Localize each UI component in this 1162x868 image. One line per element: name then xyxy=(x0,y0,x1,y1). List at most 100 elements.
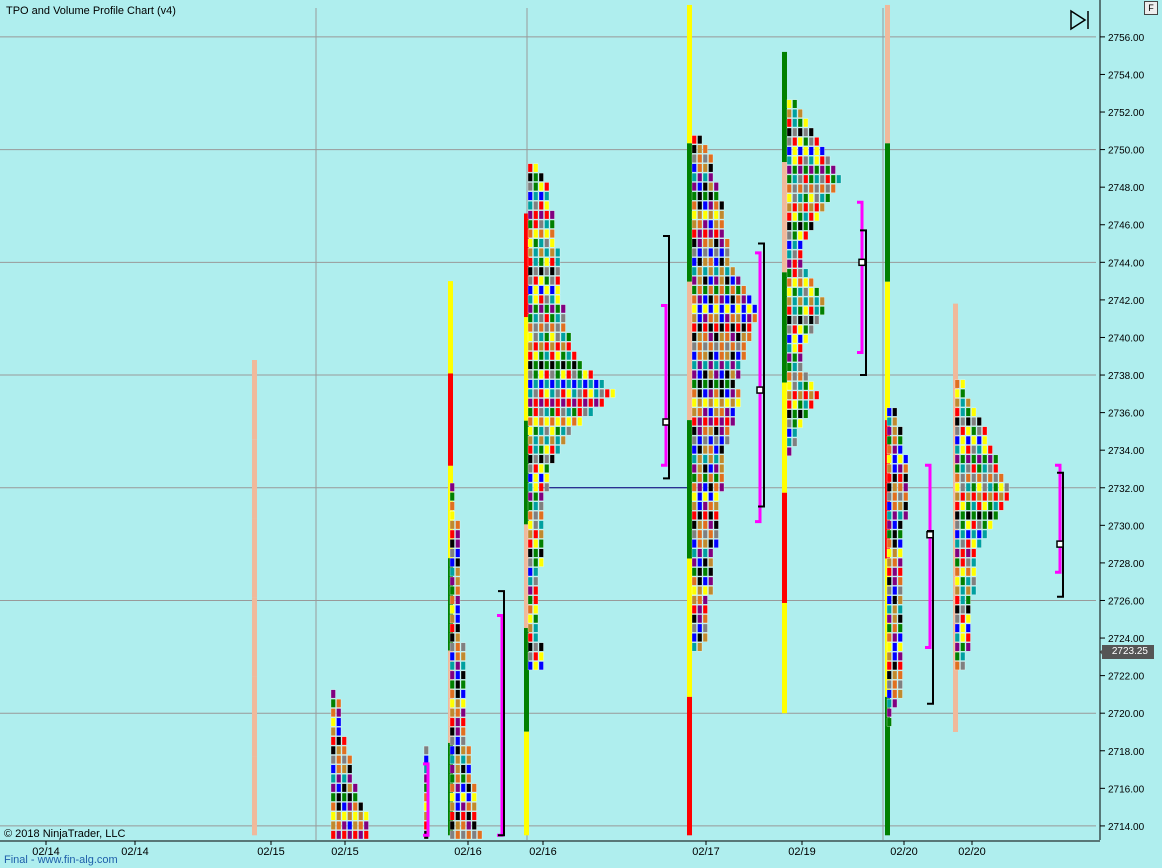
tpo-block xyxy=(724,379,730,389)
tpo-block xyxy=(954,511,960,520)
chart-area[interactable]: 2714.00 2716.00 2718.00 2720.00 2722.00 2724.… xyxy=(0,0,1162,868)
tpo-block xyxy=(697,492,703,501)
play-forward-icon[interactable] xyxy=(1068,8,1092,32)
tpo-block xyxy=(555,257,561,267)
tpo-block xyxy=(702,388,708,398)
tpo-block xyxy=(527,201,533,210)
tpo-block xyxy=(797,287,803,297)
website-link[interactable]: Final - www.fin-alg.com xyxy=(4,854,118,866)
tpo-block xyxy=(971,473,977,483)
tpo-block xyxy=(819,156,825,165)
tpo-block xyxy=(713,276,719,285)
tpo-block xyxy=(527,370,533,379)
tpo-block xyxy=(455,558,461,567)
tpo-block xyxy=(538,182,544,192)
tpo-block xyxy=(423,745,429,755)
session-range-bar xyxy=(782,602,787,714)
tpo-block xyxy=(449,482,455,492)
tpo-block xyxy=(466,802,472,811)
tpo-block xyxy=(702,473,708,483)
tpo-block xyxy=(797,165,803,175)
tpo-block xyxy=(724,238,730,248)
session-range-bar xyxy=(252,676,257,757)
tpo-block xyxy=(954,417,960,426)
tpo-block xyxy=(808,296,814,306)
tpo-block xyxy=(808,174,814,184)
tpo-block xyxy=(691,276,697,285)
tpo-block xyxy=(724,276,730,285)
tpo-block xyxy=(954,586,960,595)
tpo-block xyxy=(786,287,792,297)
tpo-block xyxy=(730,342,736,351)
f-button[interactable]: F xyxy=(1144,1,1158,15)
tpo-block xyxy=(527,558,533,567)
tpo-block xyxy=(786,278,792,287)
tpo-block xyxy=(691,464,697,473)
tpo-block xyxy=(808,278,814,287)
tpo-block xyxy=(708,548,714,558)
tpo-block xyxy=(477,830,483,840)
tpo-block xyxy=(965,417,971,426)
tpo-block xyxy=(708,342,714,351)
tpo-block xyxy=(741,313,747,323)
tpo-block xyxy=(697,266,703,276)
tpo-block xyxy=(741,323,747,332)
tpo-block xyxy=(892,492,898,501)
tpo-block xyxy=(702,285,708,295)
tpo-block xyxy=(527,482,533,492)
tpo-block xyxy=(702,605,708,614)
tpo-block xyxy=(976,464,982,473)
tpo-block xyxy=(449,708,455,718)
tpo-block xyxy=(455,774,461,783)
tpo-block xyxy=(555,445,561,455)
tpo-block xyxy=(455,539,461,548)
session-range-bar xyxy=(687,4,692,144)
tpo-block xyxy=(533,445,539,455)
tpo-block xyxy=(533,323,539,332)
tpo-block xyxy=(797,240,803,250)
tpo-block xyxy=(544,313,550,323)
tpo-block xyxy=(577,417,583,426)
tpo-block xyxy=(797,118,803,128)
tpo-block xyxy=(533,558,539,567)
tpo-block xyxy=(993,464,999,473)
tpo-block xyxy=(976,454,982,464)
tpo-block xyxy=(697,454,703,464)
tpo-block xyxy=(566,351,572,361)
tpo-block xyxy=(582,398,588,408)
tpo-block xyxy=(982,501,988,511)
tpo-block xyxy=(819,296,825,306)
y-tick-label: 2752.00 xyxy=(1108,108,1145,119)
tpo-block xyxy=(471,783,477,793)
y-tick-label: 2724.00 xyxy=(1108,634,1145,645)
tpo-chart-svg[interactable]: 2714.00 2716.00 2718.00 2720.00 2722.00 2724.… xyxy=(0,0,1162,868)
tpo-block xyxy=(954,576,960,586)
tpo-block xyxy=(544,370,550,379)
tpo-block xyxy=(814,315,820,325)
tpo-block xyxy=(702,567,708,577)
tpo-block xyxy=(571,388,577,398)
tpo-block xyxy=(527,595,533,605)
tpo-block xyxy=(702,548,708,558)
tpo-block xyxy=(560,407,566,417)
tpo-block xyxy=(538,407,544,417)
tpo-block xyxy=(538,313,544,323)
tpo-block xyxy=(797,278,803,287)
tpo-block xyxy=(719,351,725,361)
tpo-block xyxy=(713,191,719,201)
tpo-block xyxy=(527,492,533,501)
tpo-block xyxy=(892,642,898,652)
tpo-block xyxy=(560,370,566,379)
tpo-block xyxy=(697,464,703,473)
tpo-block xyxy=(965,473,971,483)
tpo-block xyxy=(449,698,455,708)
tpo-block xyxy=(544,445,550,455)
poc-marker xyxy=(1056,540,1064,548)
tpo-block xyxy=(449,492,455,501)
tpo-block xyxy=(347,821,353,830)
tpo-block xyxy=(697,332,703,342)
tpo-block xyxy=(697,351,703,361)
tpo-block xyxy=(527,633,533,642)
tpo-block xyxy=(971,426,977,436)
tpo-block xyxy=(786,437,792,447)
